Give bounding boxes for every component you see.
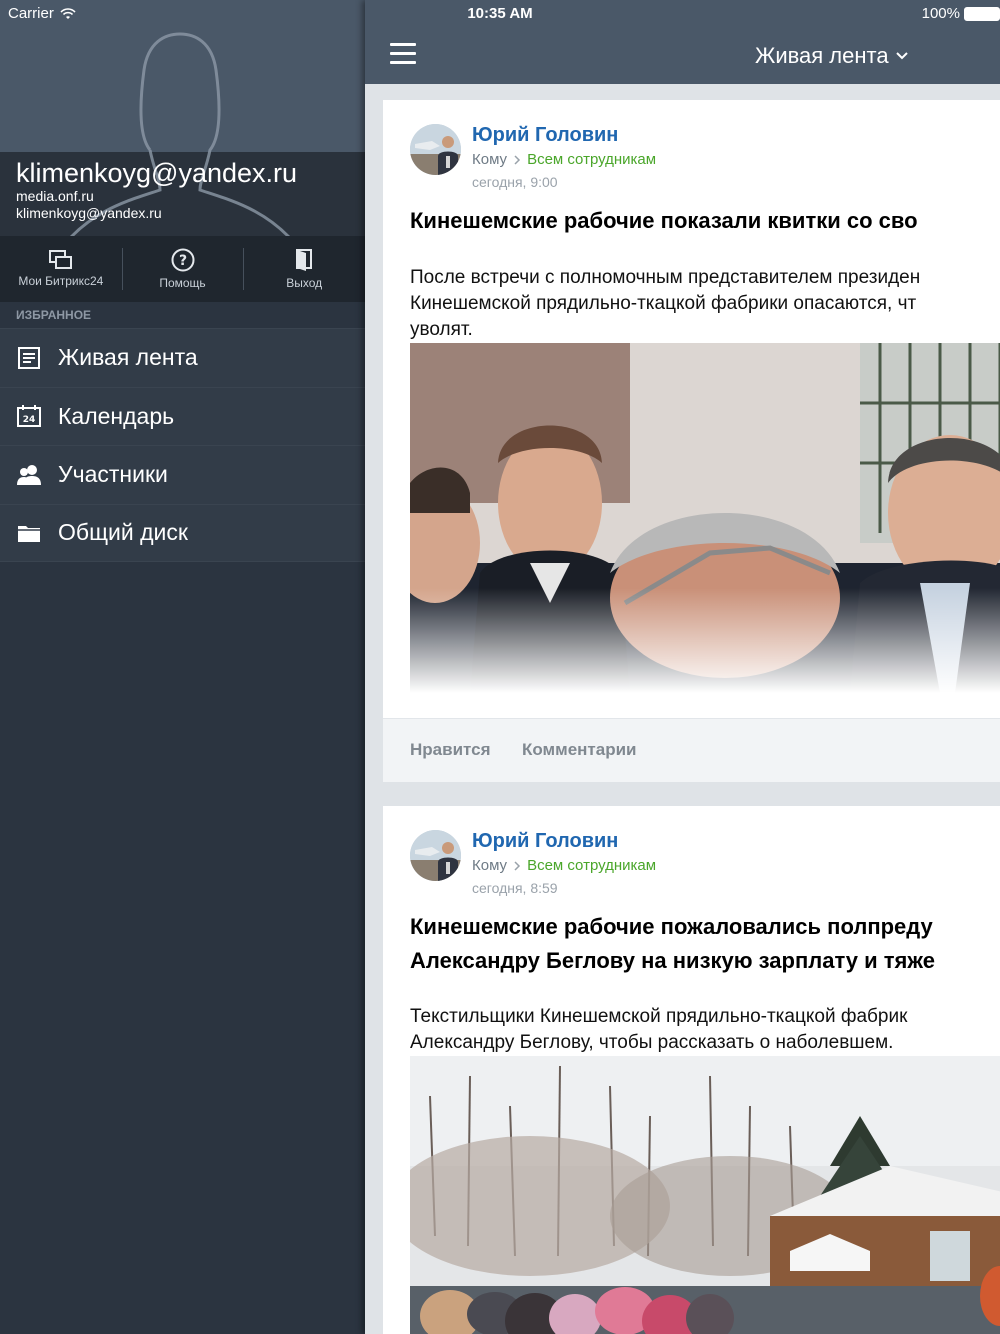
sidebar-item-feed[interactable]: Живая лента — [0, 328, 365, 387]
post-text-line: Текстильщики Кинешемской прядильно-ткацк… — [410, 1006, 908, 1027]
post-recipients: Кому Всем сотрудникам — [472, 151, 656, 168]
post-card: Юрий Головин Кому Всем сотрудникам сегод… — [383, 100, 1000, 782]
post-text-line: уволят. — [410, 319, 473, 340]
calendar-icon: 24 — [0, 405, 58, 428]
author-avatar[interactable] — [410, 830, 461, 881]
recipient-link[interactable]: Всем сотрудникам — [527, 151, 656, 168]
sidebar-item-users[interactable]: Участники — [0, 445, 365, 504]
my-bitrix24-button[interactable]: Мои Битрикс24 — [0, 236, 122, 302]
sidebar-item-shared-disk[interactable]: Общий диск — [0, 503, 365, 562]
sidebar-item-label: Календарь — [58, 402, 175, 429]
author-name[interactable]: Юрий Головин — [472, 124, 618, 147]
menu-hamburger-icon[interactable] — [390, 43, 416, 65]
post-time: сегодня, 9:00 — [472, 174, 558, 190]
chevron-right-icon — [514, 154, 521, 165]
status-bar: Carrier 10:35 AM 100% — [0, 0, 1000, 28]
sidebar-item-calendar[interactable]: 24 Календарь — [0, 386, 365, 445]
profile-name: klimenkoyg@yandex.ru — [16, 158, 298, 188]
favorites-menu: Живая лента 24 Календарь Участники Общий… — [0, 328, 365, 562]
sidebar-item-label: Общий диск — [58, 519, 188, 546]
profile-login: klimenkoyg@yandex.ru — [16, 205, 162, 221]
post-title-line[interactable]: Кинешемские рабочие пожаловались полпред… — [410, 910, 933, 944]
post-title-line[interactable]: Александру Беглову на низкую зарплату и … — [410, 944, 935, 978]
post-photo[interactable] — [410, 343, 1000, 693]
favorites-title: ИЗБРАННОЕ — [0, 302, 365, 328]
sidebar-item-label: Живая лента — [58, 344, 198, 371]
post-footer: Нравится Комментарии — [383, 718, 1000, 782]
svg-text:?: ? — [178, 253, 186, 269]
profile-actions: Мои Битрикс24 ? Помощь Выход — [0, 236, 365, 302]
post-text-line: После встречи с полномочным представител… — [410, 267, 921, 288]
to-label: Кому — [472, 857, 508, 874]
status-time: 10:35 AM — [467, 5, 533, 22]
chevron-down-icon — [895, 52, 908, 60]
main-panel: Живая лента Юрий Головин Кому Всем сотру… — [365, 0, 1000, 1334]
post-title[interactable]: Кинешемские рабочие показали квитки со с… — [410, 204, 918, 238]
calendar-icon-day: 24 — [23, 415, 36, 425]
post-text-line: Кинешемской прядильно-ткацкой фабрики оп… — [410, 293, 917, 314]
feed-selector[interactable]: Живая лента — [755, 43, 909, 69]
to-label: Кому — [472, 151, 508, 168]
help-icon: ? — [171, 248, 194, 272]
post-time: сегодня, 8:59 — [472, 880, 558, 896]
logout-button[interactable]: Выход — [243, 236, 365, 302]
post-text-line: Александру Беглову, чтобы рассказать о н… — [410, 1032, 894, 1053]
action-label: Мои Битрикс24 — [18, 274, 104, 288]
battery-icon — [964, 6, 1000, 21]
profile-header[interactable]: klimenkoyg@yandex.ru media.onf.ru klimen… — [0, 0, 365, 236]
author-avatar[interactable] — [410, 124, 461, 175]
sidebar-item-label: Участники — [58, 461, 168, 488]
feed-title: Живая лента — [755, 43, 889, 68]
author-name[interactable]: Юрий Головин — [472, 830, 618, 853]
windows-icon — [48, 250, 72, 269]
action-label: Помощь — [159, 276, 206, 290]
like-button[interactable]: Нравится — [410, 740, 491, 760]
post-card: Юрий Головин Кому Всем сотрудникам сегод… — [383, 806, 1000, 1334]
help-button[interactable]: ? Помощь — [121, 236, 244, 302]
battery-percent: 100% — [921, 5, 960, 22]
feed-icon — [0, 346, 58, 369]
post-recipients: Кому Всем сотрудникам — [472, 857, 656, 874]
exit-door-icon — [296, 249, 313, 271]
sidebar: klimenkoyg@yandex.ru media.onf.ru klimen… — [0, 0, 365, 1334]
folder-icon — [0, 523, 58, 543]
profile-portal: media.onf.ru — [16, 188, 94, 204]
comments-button[interactable]: Комментарии — [522, 740, 636, 760]
action-label: Выход — [286, 276, 323, 290]
recipient-link[interactable]: Всем сотрудникам — [527, 857, 656, 874]
chevron-right-icon — [514, 860, 521, 871]
users-icon — [0, 464, 58, 486]
post-photo[interactable] — [410, 1056, 1000, 1334]
